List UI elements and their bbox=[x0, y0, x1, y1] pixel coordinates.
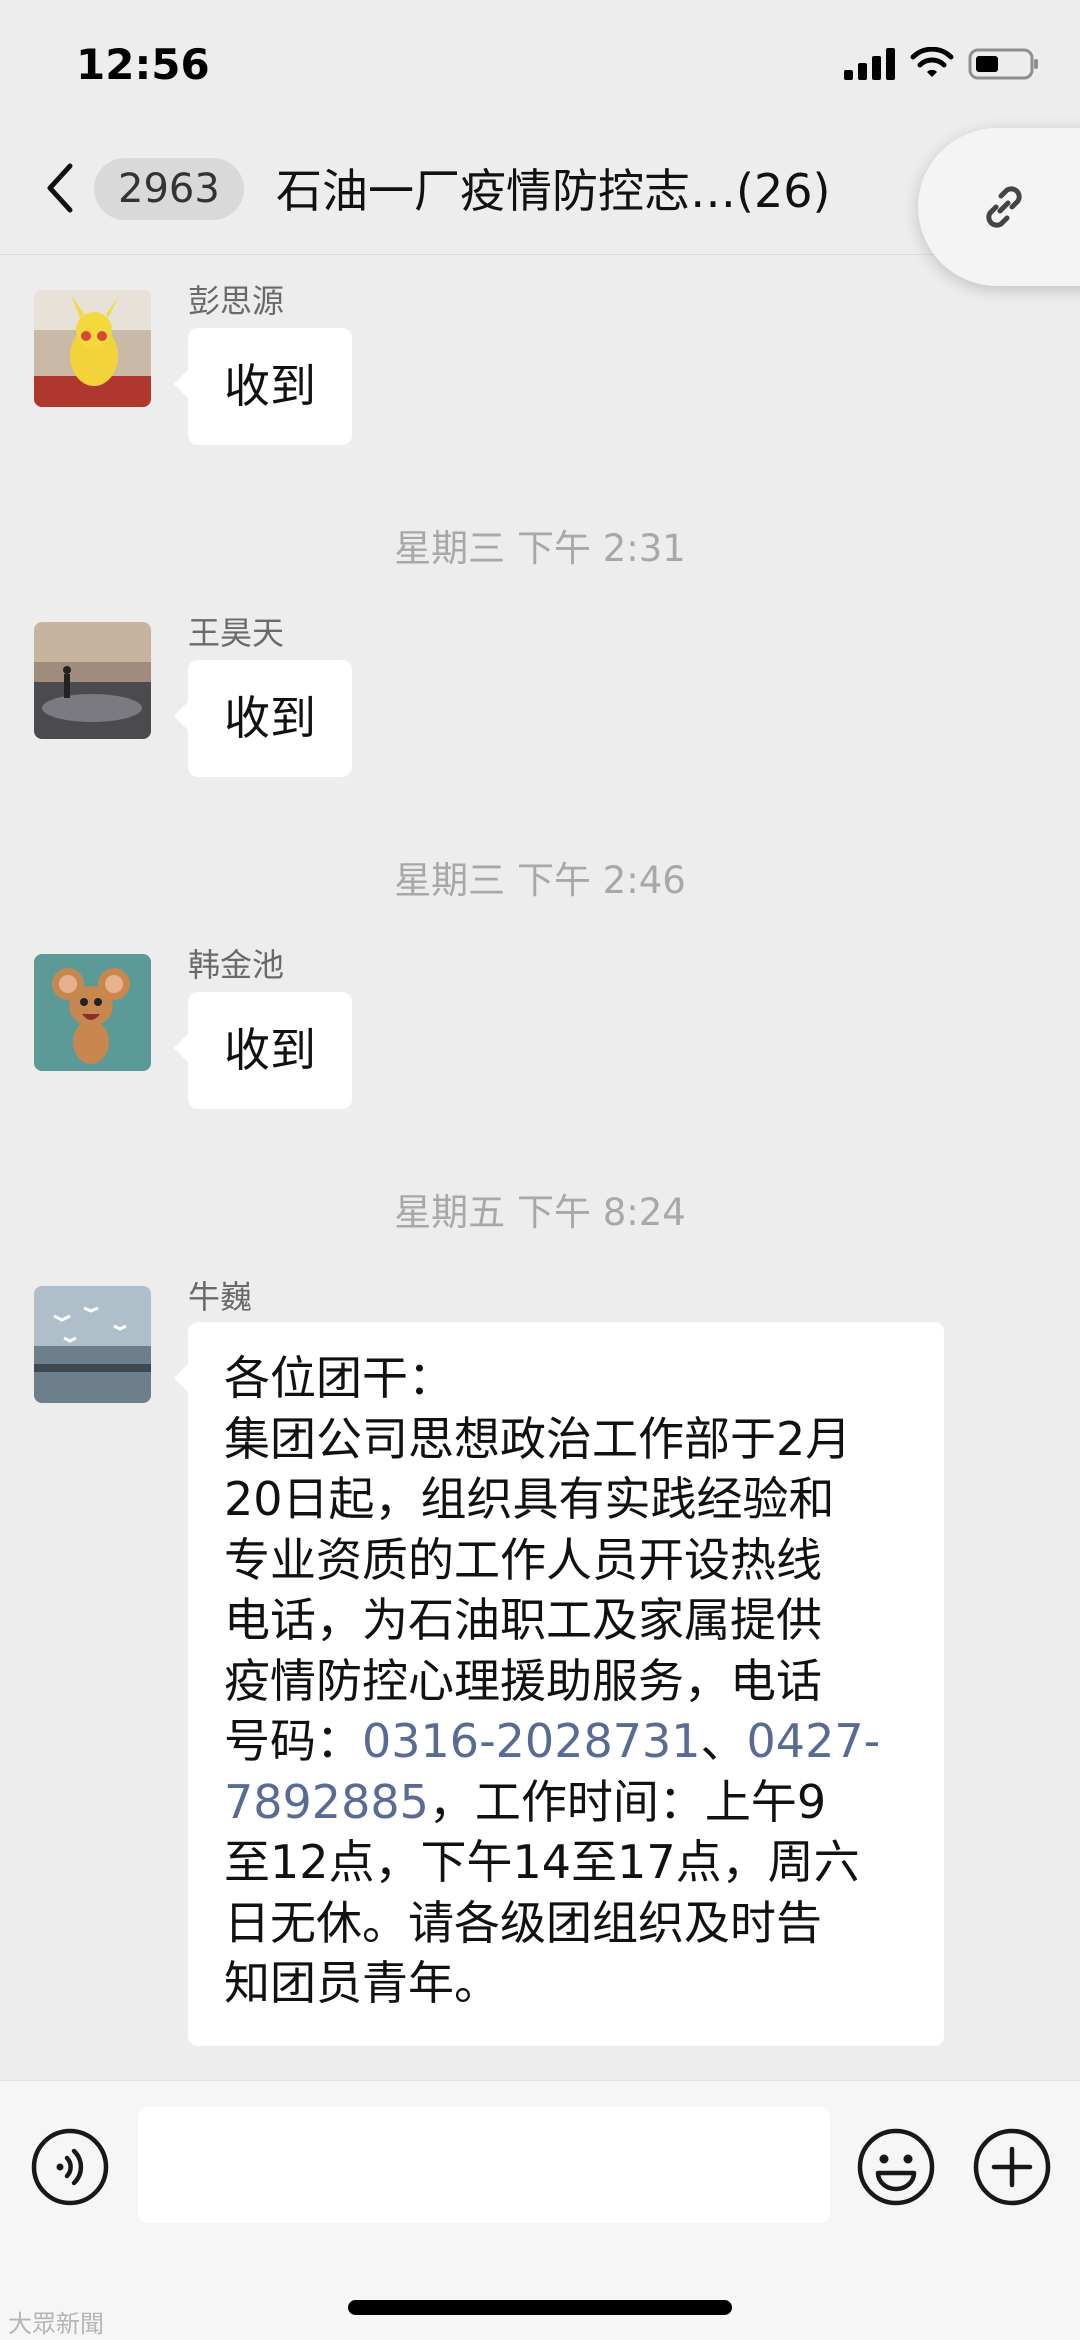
message-line: 电话，为石油职工及家属提供 bbox=[224, 1593, 822, 1647]
unread-count-badge[interactable]: 2963 bbox=[94, 158, 244, 220]
message-bubble[interactable]: 各位团干： 集团公司思想政治工作部于2月 20日起，组织具有实践经验和 专业资质… bbox=[174, 1322, 944, 2046]
message-bubble[interactable]: 收到 bbox=[174, 992, 352, 1109]
home-indicator bbox=[348, 2300, 732, 2315]
message-line: 专业资质的工作人员开设热线 bbox=[224, 1532, 822, 1587]
phone-link[interactable]: 0427- bbox=[747, 1714, 881, 1768]
battery-icon bbox=[968, 48, 1038, 80]
emoji-icon bbox=[857, 2128, 935, 2206]
more-button[interactable] bbox=[972, 2127, 1052, 2211]
voice-button[interactable] bbox=[30, 2127, 110, 2211]
sender-name: 牛巍 bbox=[188, 1278, 253, 1316]
chat-header: 2963 石油一厂疫情防控志…(26) bbox=[0, 130, 1080, 255]
message-text: 、 bbox=[700, 1714, 747, 1768]
back-button[interactable] bbox=[40, 158, 90, 218]
avatar[interactable] bbox=[34, 954, 151, 1071]
message-input[interactable] bbox=[138, 2107, 830, 2223]
back-arrow-icon bbox=[47, 163, 73, 213]
timestamp: 星期五 下午 8:24 bbox=[394, 1191, 686, 1234]
message-line: 至12点，下午14至17点，周六 bbox=[224, 1835, 860, 1889]
watermark: 大眾新聞 bbox=[8, 2310, 104, 2338]
timestamp: 星期三 下午 2:31 bbox=[394, 527, 686, 570]
plus-icon bbox=[973, 2128, 1051, 2206]
timestamp: 星期三 下午 2:46 bbox=[394, 859, 686, 902]
message-line: 各位团干： bbox=[224, 1351, 454, 1405]
sender-name: 彭思源 bbox=[188, 282, 285, 320]
status-icons bbox=[844, 44, 1040, 84]
avatar[interactable] bbox=[34, 290, 151, 407]
emoji-button[interactable] bbox=[856, 2127, 936, 2211]
message-line: 号码：0316-2028731、0427- bbox=[224, 1711, 908, 1772]
message-bubble[interactable]: 收到 bbox=[174, 660, 352, 777]
phone-link[interactable]: 7892885 bbox=[224, 1775, 429, 1829]
status-bar: 12:56 bbox=[0, 0, 1080, 130]
link-icon bbox=[986, 186, 1022, 228]
voice-icon bbox=[31, 2128, 109, 2206]
avatar[interactable] bbox=[34, 1286, 151, 1403]
member-count: (26) bbox=[736, 164, 831, 218]
message-line: 知团员青年。 bbox=[224, 1956, 500, 2010]
avatar[interactable] bbox=[34, 622, 151, 739]
chat-title[interactable]: 石油一厂疫情防控志…(26) bbox=[276, 156, 916, 226]
message-text: ，工作时间：上午9 bbox=[428, 1774, 827, 1829]
chat-title-text: 石油一厂疫情防控志… bbox=[276, 164, 736, 218]
message-text: 号码： bbox=[224, 1714, 362, 1768]
signal-icon bbox=[844, 48, 895, 80]
message-line: 集团公司思想政治工作部于2月 bbox=[224, 1411, 852, 1466]
message-bubble[interactable]: 收到 bbox=[174, 328, 352, 445]
wifi-icon bbox=[910, 47, 954, 77]
message-line: 7892885，工作时间：上午9 bbox=[224, 1772, 908, 1833]
message-line: 20日起，组织具有实践经验和 bbox=[224, 1472, 835, 1526]
phone-link[interactable]: 0316-2028731 bbox=[362, 1714, 701, 1768]
status-time: 12:56 bbox=[76, 40, 210, 89]
link-button[interactable] bbox=[918, 128, 1080, 286]
sender-name: 王昊天 bbox=[188, 614, 285, 652]
message-line: 日无休。请各级团组织及时告 bbox=[224, 1895, 822, 1950]
sender-name: 韩金池 bbox=[188, 946, 285, 984]
message-line: 疫情防控心理援助服务，电话 bbox=[224, 1653, 822, 1708]
